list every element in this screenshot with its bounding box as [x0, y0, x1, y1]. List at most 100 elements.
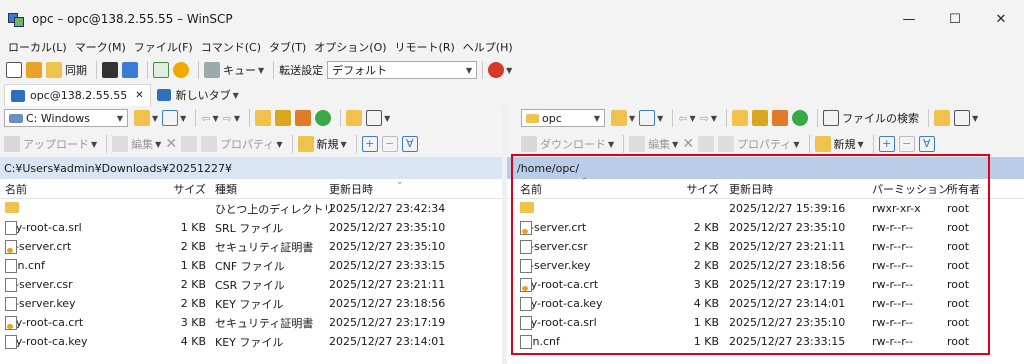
plus-icon: + — [878, 136, 895, 152]
right-edit-button[interactable]: 編集 ▼ — [629, 136, 678, 152]
menu-tab[interactable]: タブ(T) — [269, 39, 306, 55]
left-unselect-button[interactable]: − — [381, 136, 398, 152]
tab-session[interactable]: opc@138.2.55.55 ✕ — [4, 84, 151, 106]
right-view-button[interactable]: ▼ — [954, 110, 978, 126]
left-tree-button[interactable] — [346, 110, 363, 126]
left-edit-button[interactable]: 編集 ▼ — [112, 136, 161, 152]
right-refresh-button[interactable] — [792, 110, 809, 126]
tab-close-button[interactable]: ✕ — [135, 90, 143, 101]
toolbar-separator — [147, 61, 148, 79]
menu-mark[interactable]: マーク(M) — [75, 39, 126, 55]
left-delete-button[interactable]: ✕ — [165, 136, 177, 152]
left-filter-button[interactable]: ▼ — [162, 110, 186, 126]
left-col-modified[interactable]: 更新日時 — [329, 181, 373, 197]
file-row[interactable]: san.cnf 1 KB 2025/12/27 23:33:15 rw-r--r-- r… — [507, 332, 1024, 351]
right-col-name[interactable]: 名前 — [520, 181, 542, 197]
file-icon — [520, 316, 532, 330]
left-refresh-button[interactable] — [315, 110, 332, 126]
file-row[interactable]: my-root-ca.srl 1 KB 2025/12/27 23:35:10 rw-… — [507, 313, 1024, 332]
file-row[interactable]: .. 2025/12/27 15:39:16 rwxr-xr-x root — [507, 199, 1024, 218]
right-parent-dir-button[interactable] — [732, 110, 749, 126]
right-path-bar[interactable]: /home/opc/ — [507, 157, 1024, 179]
menu-remote[interactable]: リモート(R) — [395, 39, 455, 55]
compare-dirs-button[interactable] — [6, 62, 22, 78]
right-new-button[interactable]: 新規 ▼ — [814, 136, 864, 152]
file-row[interactable]: .. ひとつ上のディレクトリ2025/12/27 23:42:34 — [0, 199, 502, 218]
file-type: CSR ファイル — [215, 278, 285, 292]
left-col-size[interactable]: サイズ — [150, 181, 206, 197]
close-button[interactable]: ✕ — [978, 0, 1024, 38]
file-row[interactable]: lb-server.crt 2 KB セキュリティ証明書 2025/12/27 23:… — [0, 237, 502, 256]
file-row[interactable]: san.cnf 1 KB CNF ファイル 2025/12/27 23:33:15 — [0, 256, 502, 275]
file-row[interactable]: my-root-ca.key 4 KB 2025/12/27 23:14:01 rw-… — [507, 294, 1024, 313]
left-filter-mark-button[interactable]: ∀ — [401, 136, 418, 152]
refresh-queue-button[interactable] — [153, 62, 169, 78]
file-row[interactable]: my-root-ca.crt 3 KB セキュリティ証明書 2025/12/27 23… — [0, 313, 502, 332]
download-button[interactable]: ダウンロード ▼ — [521, 136, 614, 152]
file-row[interactable]: lb-server.csr 2 KB 2025/12/27 23:21:11 rw-r… — [507, 237, 1024, 256]
sync-button[interactable]: 同期 — [46, 62, 87, 78]
left-new-button[interactable]: 新規 ▼ — [297, 136, 347, 152]
right-tree-button[interactable] — [934, 110, 951, 126]
right-delete-button[interactable]: ✕ — [682, 136, 694, 152]
right-rename-button[interactable] — [698, 136, 715, 152]
preferences-button[interactable] — [173, 62, 189, 78]
right-filter-mark-button[interactable]: ∀ — [918, 136, 935, 152]
maximize-button[interactable]: ☐ — [932, 0, 978, 38]
right-col-permissions[interactable]: パーミッション — [872, 181, 949, 197]
menu-command[interactable]: コマンド(C) — [201, 39, 261, 55]
left-select-button[interactable]: + — [361, 136, 378, 152]
menu-help[interactable]: ヘルプ(H) — [463, 39, 513, 55]
tab-new[interactable]: 新しいタブ ▼ — [151, 84, 245, 106]
left-rename-button[interactable] — [181, 136, 198, 152]
file-row[interactable]: my-root-ca.crt 3 KB 2025/12/27 23:17:19 rw-… — [507, 275, 1024, 294]
file-row[interactable]: lb-server.key 2 KB 2025/12/27 23:18:56 rw-r… — [507, 256, 1024, 275]
chevron-down-icon: ▼ — [793, 139, 800, 149]
transfer-settings-button[interactable]: ▼ — [488, 62, 512, 78]
left-col-type[interactable]: 種類 — [215, 181, 237, 197]
putty-button[interactable] — [122, 62, 138, 78]
right-root-dir-button[interactable] — [752, 110, 769, 126]
left-open-dir-button[interactable]: ▼ — [134, 110, 158, 126]
left-drive-select[interactable]: C: Windows ▼ — [4, 109, 128, 127]
left-home-button[interactable] — [295, 110, 312, 126]
transfer-preset-select[interactable]: デフォルト ▼ — [327, 61, 478, 79]
right-dir-select[interactable]: opc ▼ — [521, 109, 605, 127]
queue-button[interactable]: キュー ▼ — [204, 62, 264, 78]
file-row[interactable]: lb-server.key 2 KB KEY ファイル 2025/12/27 23:1… — [0, 294, 502, 313]
file-row[interactable]: my-root-ca.srl 1 KB SRL ファイル 2025/12/27 23:… — [0, 218, 502, 237]
left-forward-button[interactable]: ⇨ ▼ — [223, 112, 240, 125]
find-files-button[interactable]: ファイルの検索 — [823, 110, 919, 126]
upload-button[interactable]: アップロード ▼ — [4, 136, 97, 152]
left-view-button[interactable]: ▼ — [366, 110, 390, 126]
menu-local[interactable]: ローカル(L) — [8, 39, 67, 55]
right-open-dir-button[interactable]: ▼ — [611, 110, 635, 126]
right-properties-button[interactable]: プロパティ ▼ — [718, 136, 800, 152]
left-col-name[interactable]: 名前 — [5, 181, 27, 197]
left-root-dir-button[interactable] — [275, 110, 292, 126]
file-row[interactable]: my-root-ca.key 4 KB KEY ファイル 2025/12/27 23:… — [0, 332, 502, 351]
left-back-button[interactable]: ⇦ ▼ — [201, 112, 218, 125]
right-home-button[interactable] — [772, 110, 789, 126]
plus-icon: + — [361, 136, 378, 152]
right-col-modified[interactable]: 更新日時 — [729, 181, 773, 197]
right-back-button[interactable]: ⇦ ▼ — [678, 112, 695, 125]
sync-browse-button[interactable] — [26, 62, 42, 78]
right-unselect-button[interactable]: − — [898, 136, 915, 152]
right-filter-button[interactable]: ▼ — [639, 110, 663, 126]
left-properties-button[interactable]: プロパティ ▼ — [201, 136, 283, 152]
file-modified: 2025/12/27 23:17:19 — [729, 278, 846, 291]
terminal-button[interactable] — [102, 62, 118, 78]
right-col-owner[interactable]: 所有者 — [947, 181, 980, 197]
right-col-size[interactable]: サイズ — [657, 181, 719, 197]
file-icon — [520, 297, 532, 311]
right-forward-button[interactable]: ⇨ ▼ — [700, 112, 717, 125]
file-row[interactable]: lb-server.csr 2 KB CSR ファイル 2025/12/27 23:2… — [0, 275, 502, 294]
menu-file[interactable]: ファイル(F) — [134, 39, 193, 55]
left-parent-dir-button[interactable] — [255, 110, 272, 126]
minimize-button[interactable]: — — [886, 0, 932, 38]
menu-options[interactable]: オプション(O) — [314, 39, 386, 55]
left-path-bar[interactable]: C:¥Users¥admin¥Downloads¥20251227¥ — [0, 157, 502, 179]
file-row[interactable]: lb-server.crt 2 KB 2025/12/27 23:35:10 rw-r… — [507, 218, 1024, 237]
right-select-button[interactable]: + — [878, 136, 895, 152]
